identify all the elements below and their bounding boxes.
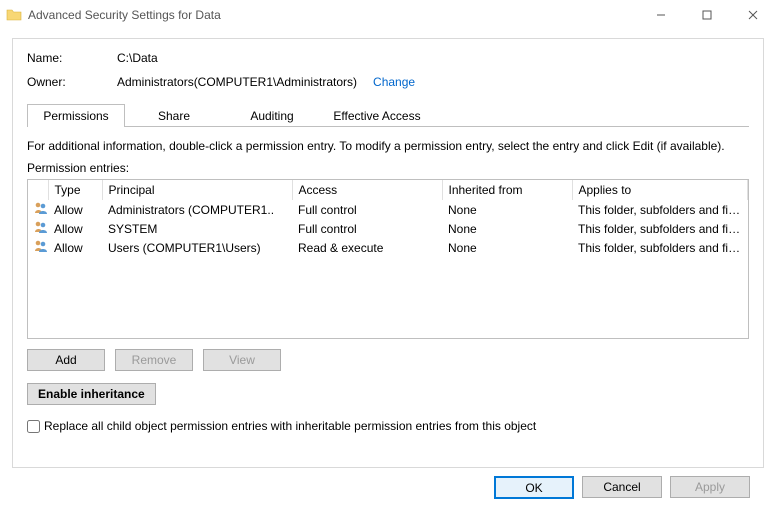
col-type-header[interactable]: Type bbox=[48, 180, 102, 200]
replace-children-label[interactable]: Replace all child object permission entr… bbox=[44, 419, 536, 433]
col-inherited-header[interactable]: Inherited from bbox=[442, 180, 572, 200]
name-label: Name: bbox=[27, 51, 117, 65]
cell-principal: Users (COMPUTER1\Users) bbox=[102, 238, 292, 257]
users-icon bbox=[34, 220, 48, 234]
cell-access: Read & execute bbox=[292, 238, 442, 257]
cell-type: Allow bbox=[48, 200, 102, 219]
table-row[interactable]: AllowSYSTEMFull controlNoneThis folder, … bbox=[28, 219, 748, 238]
content-outer: Name: C:\Data Owner: Administrators(COMP… bbox=[0, 30, 776, 511]
cell-access: Full control bbox=[292, 219, 442, 238]
inheritance-row: Enable inheritance bbox=[27, 383, 749, 405]
owner-value: Administrators(COMPUTER1\Administrators) bbox=[117, 75, 357, 89]
cell-access: Full control bbox=[292, 200, 442, 219]
cell-type: Allow bbox=[48, 238, 102, 257]
users-icon bbox=[34, 201, 48, 215]
cell-inherited: None bbox=[442, 219, 572, 238]
ok-button[interactable]: OK bbox=[494, 476, 574, 499]
name-value: C:\Data bbox=[117, 51, 158, 65]
col-applies-header[interactable]: Applies to bbox=[572, 180, 748, 200]
permission-table-wrap: Type Principal Access Inherited from App… bbox=[27, 179, 749, 339]
cell-principal: SYSTEM bbox=[102, 219, 292, 238]
cell-principal: Administrators (COMPUTER1.. bbox=[102, 200, 292, 219]
replace-children-row: Replace all child object permission entr… bbox=[27, 419, 749, 433]
col-access-header[interactable]: Access bbox=[292, 180, 442, 200]
col-principal-header[interactable]: Principal bbox=[102, 180, 292, 200]
tab-effective-access[interactable]: Effective Access bbox=[321, 104, 433, 127]
tab-strip: Permissions Share Auditing Effective Acc… bbox=[27, 103, 749, 127]
change-owner-link[interactable]: Change bbox=[373, 75, 415, 89]
name-row: Name: C:\Data bbox=[27, 51, 749, 65]
titlebar: Advanced Security Settings for Data bbox=[0, 0, 776, 30]
cell-applies: This folder, subfolders and files bbox=[572, 200, 748, 219]
table-row[interactable]: AllowUsers (COMPUTER1\Users)Read & execu… bbox=[28, 238, 748, 257]
owner-label: Owner: bbox=[27, 75, 117, 89]
tab-permissions[interactable]: Permissions bbox=[27, 104, 125, 127]
cell-inherited: None bbox=[442, 200, 572, 219]
entry-buttons-row: Add Remove View bbox=[27, 349, 749, 371]
cell-applies: This folder, subfolders and files bbox=[572, 219, 748, 238]
table-header-row: Type Principal Access Inherited from App… bbox=[28, 180, 748, 200]
tab-auditing[interactable]: Auditing bbox=[223, 104, 321, 127]
folder-icon bbox=[6, 7, 22, 23]
permission-entries-label: Permission entries: bbox=[27, 161, 749, 175]
col-icon-header[interactable] bbox=[28, 180, 48, 200]
add-button[interactable]: Add bbox=[27, 349, 105, 371]
users-icon bbox=[34, 239, 48, 253]
content-inner: Name: C:\Data Owner: Administrators(COMP… bbox=[12, 38, 764, 468]
permission-table: Type Principal Access Inherited from App… bbox=[28, 180, 748, 257]
window-title: Advanced Security Settings for Data bbox=[28, 8, 221, 22]
tab-share[interactable]: Share bbox=[125, 104, 223, 127]
window: Advanced Security Settings for Data Name… bbox=[0, 0, 776, 511]
cell-type: Allow bbox=[48, 219, 102, 238]
instruction-text: For additional information, double-click… bbox=[27, 139, 749, 153]
remove-button: Remove bbox=[115, 349, 193, 371]
cell-applies: This folder, subfolders and files bbox=[572, 238, 748, 257]
cell-inherited: None bbox=[442, 238, 572, 257]
view-button: View bbox=[203, 349, 281, 371]
table-row[interactable]: AllowAdministrators (COMPUTER1..Full con… bbox=[28, 200, 748, 219]
owner-row: Owner: Administrators(COMPUTER1\Administ… bbox=[27, 75, 749, 89]
cancel-button[interactable]: Cancel bbox=[582, 476, 662, 498]
maximize-button[interactable] bbox=[684, 0, 730, 30]
enable-inheritance-button[interactable]: Enable inheritance bbox=[27, 383, 156, 405]
replace-children-checkbox[interactable] bbox=[27, 420, 40, 433]
minimize-button[interactable] bbox=[638, 0, 684, 30]
apply-button: Apply bbox=[670, 476, 750, 498]
close-button[interactable] bbox=[730, 0, 776, 30]
dialog-footer: OK Cancel Apply bbox=[12, 468, 764, 503]
